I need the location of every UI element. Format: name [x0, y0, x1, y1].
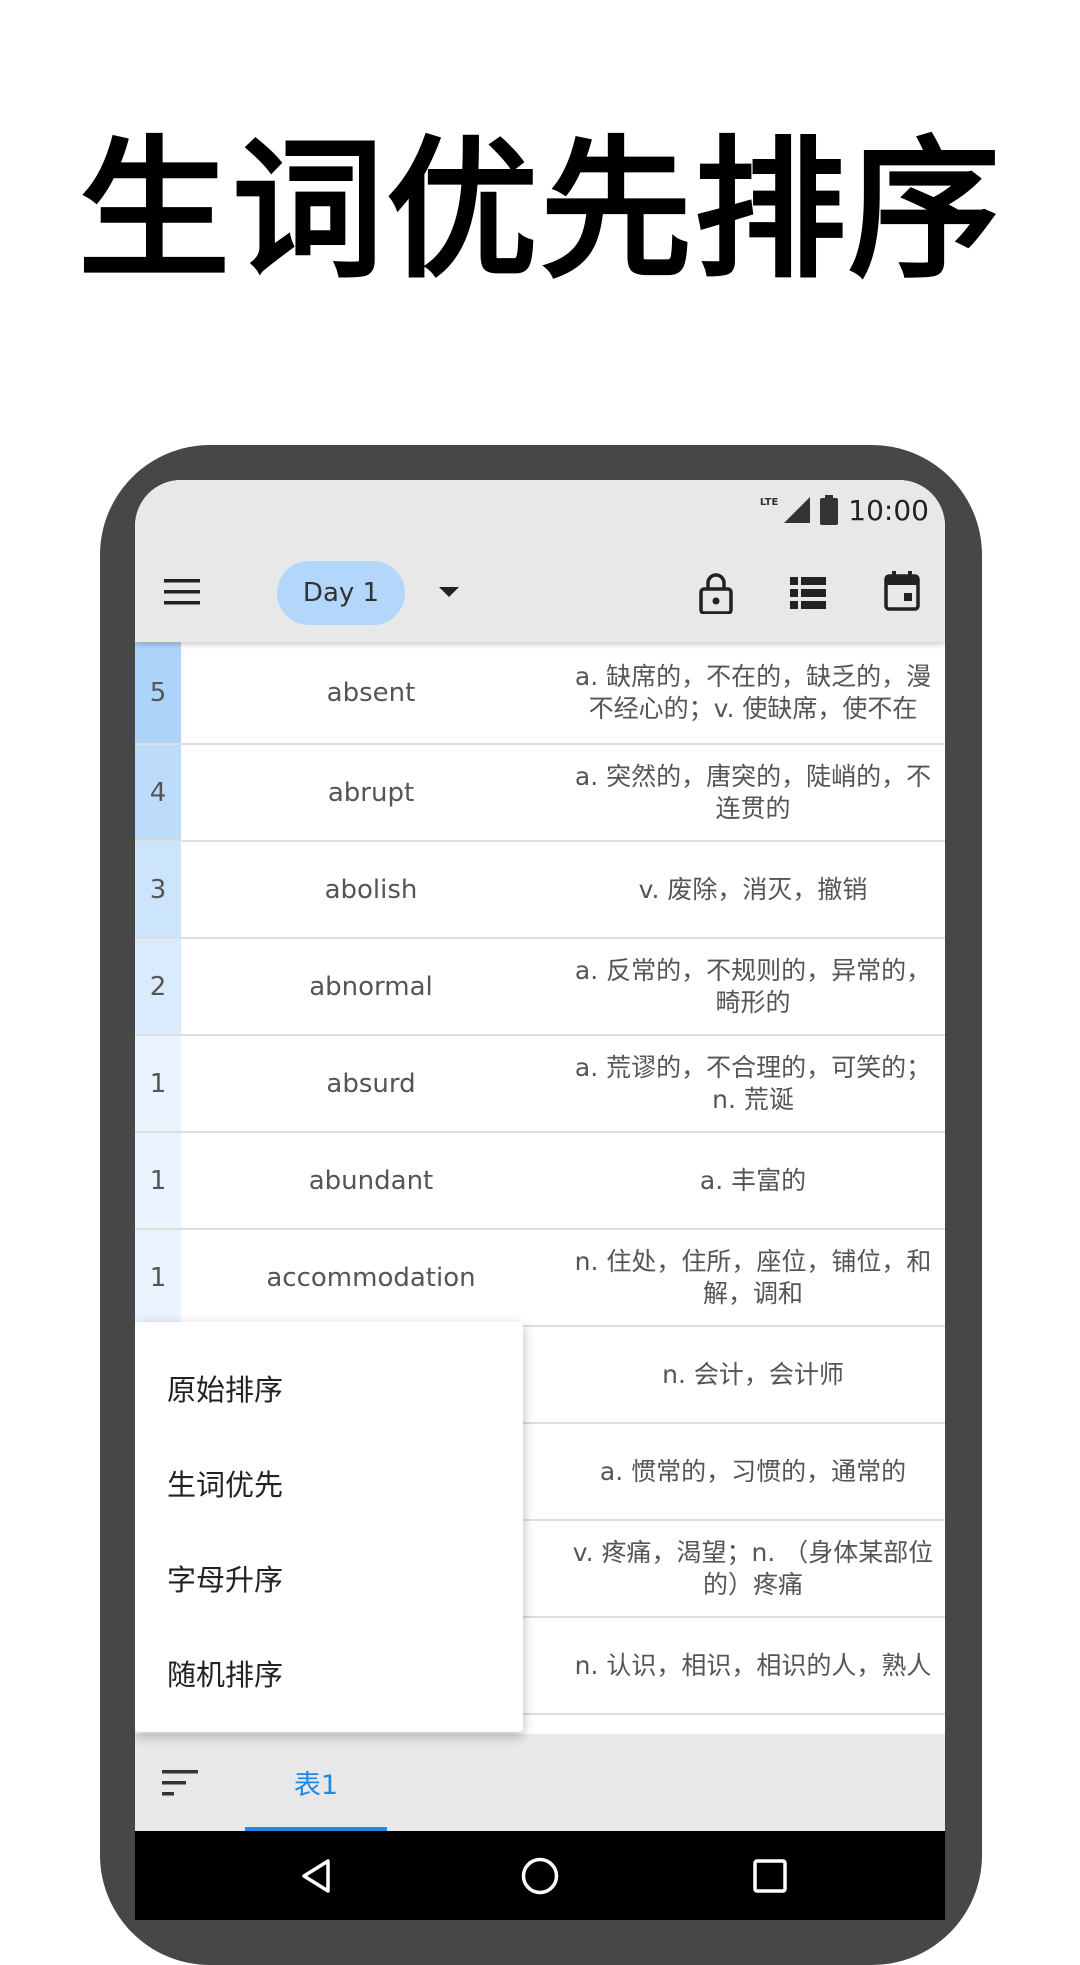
phone-screen: LTE 10:00 Day 1 5 absent a. 缺席的，不在的，缺乏的，… — [135, 480, 945, 1920]
status-bar: LTE 10:00 — [135, 480, 945, 542]
home-icon[interactable] — [516, 1852, 564, 1900]
definition: n. 住处，住所，座位，铺位，和解，调和 — [574, 1246, 932, 1308]
menu-icon[interactable] — [157, 567, 207, 617]
definition: v. 疼痛，渴望；n. （身体某部位的）疼痛 — [572, 1537, 934, 1599]
battery-icon — [820, 495, 839, 525]
definition: a. 反常的，不规则的，异常的，畸形的 — [574, 955, 932, 1017]
table-row[interactable]: 5 absent a. 缺席的，不在的，缺乏的，漫不经心的；v. 使缺席，使不在 — [135, 642, 945, 745]
tab-sheet-1[interactable]: 表1 — [245, 1734, 387, 1831]
word: accommodation — [266, 1262, 476, 1293]
app-bar: Day 1 — [135, 542, 945, 642]
sort-random-option[interactable]: 随机排序 — [135, 1625, 523, 1720]
word: abrupt — [327, 777, 415, 808]
list-view-icon[interactable] — [783, 568, 833, 618]
definition: a. 突然的，唐突的，陡峭的，不连贯的 — [574, 761, 932, 823]
table-row[interactable]: 1 absurd a. 荒谬的，不合理的，可笑的；n. 荒诞 — [135, 1036, 945, 1133]
table-row[interactable]: 1 accommodation n. 住处，住所，座位，铺位，和解，调和 — [135, 1230, 945, 1327]
table-row[interactable]: 1 abundant a. 丰富的 — [135, 1133, 945, 1230]
review-count: 4 — [135, 745, 181, 840]
word: abnormal — [309, 971, 433, 1002]
sort-icon[interactable] — [155, 1758, 205, 1808]
bottom-bar: 表1 — [135, 1734, 945, 1831]
definition: v. 废除，消灭，撤销 — [638, 874, 868, 904]
definition: a. 丰富的 — [699, 1165, 807, 1195]
table-row[interactable]: 2 abnormal a. 反常的，不规则的，异常的，畸形的 — [135, 939, 945, 1036]
review-count: 3 — [135, 842, 181, 937]
definition: a. 惯常的，习惯的，通常的 — [599, 1456, 907, 1486]
lock-icon[interactable] — [691, 568, 741, 618]
recents-icon[interactable] — [747, 1853, 793, 1899]
table-row[interactable]: 4 abrupt a. 突然的，唐突的，陡峭的，不连贯的 — [135, 745, 945, 842]
definition: n. 会计，会计师 — [662, 1359, 844, 1389]
clock: 10:00 — [848, 493, 929, 527]
headline: 生词优先排序 — [78, 122, 1002, 299]
day-selector[interactable]: Day 1 — [277, 561, 405, 625]
sort-original-option[interactable]: 原始排序 — [135, 1340, 523, 1435]
review-count: 1 — [135, 1036, 181, 1131]
review-count: 5 — [135, 642, 181, 743]
sort-alphabetical-option[interactable]: 字母升序 — [135, 1530, 523, 1625]
review-count: 1 — [135, 1133, 181, 1228]
definition: a. 缺席的，不在的，缺乏的，漫不经心的；v. 使缺席，使不在 — [574, 661, 932, 723]
chevron-down-icon[interactable] — [429, 572, 469, 612]
review-count: 1 — [135, 1230, 181, 1325]
network-type: LTE — [759, 496, 779, 508]
word: abundant — [308, 1165, 434, 1196]
definition: n. 认识，相识，相识的人，熟人 — [574, 1650, 932, 1680]
signal-icon — [784, 497, 811, 523]
review-count: 2 — [135, 939, 181, 1034]
word: abolish — [324, 874, 418, 905]
calendar-icon[interactable] — [877, 566, 927, 616]
table-row[interactable]: 3 abolish v. 废除，消灭，撤销 — [135, 842, 945, 939]
definition: a. 荒谬的，不合理的，可笑的；n. 荒诞 — [574, 1052, 932, 1114]
word: absurd — [326, 1068, 416, 1099]
back-icon[interactable] — [293, 1853, 339, 1899]
system-nav-bar — [135, 1831, 945, 1920]
word: absent — [326, 677, 416, 708]
sort-unfamiliar-first-option[interactable]: 生词优先 — [135, 1435, 523, 1530]
sort-menu: 原始排序 生词优先 字母升序 随机排序 — [135, 1322, 523, 1732]
